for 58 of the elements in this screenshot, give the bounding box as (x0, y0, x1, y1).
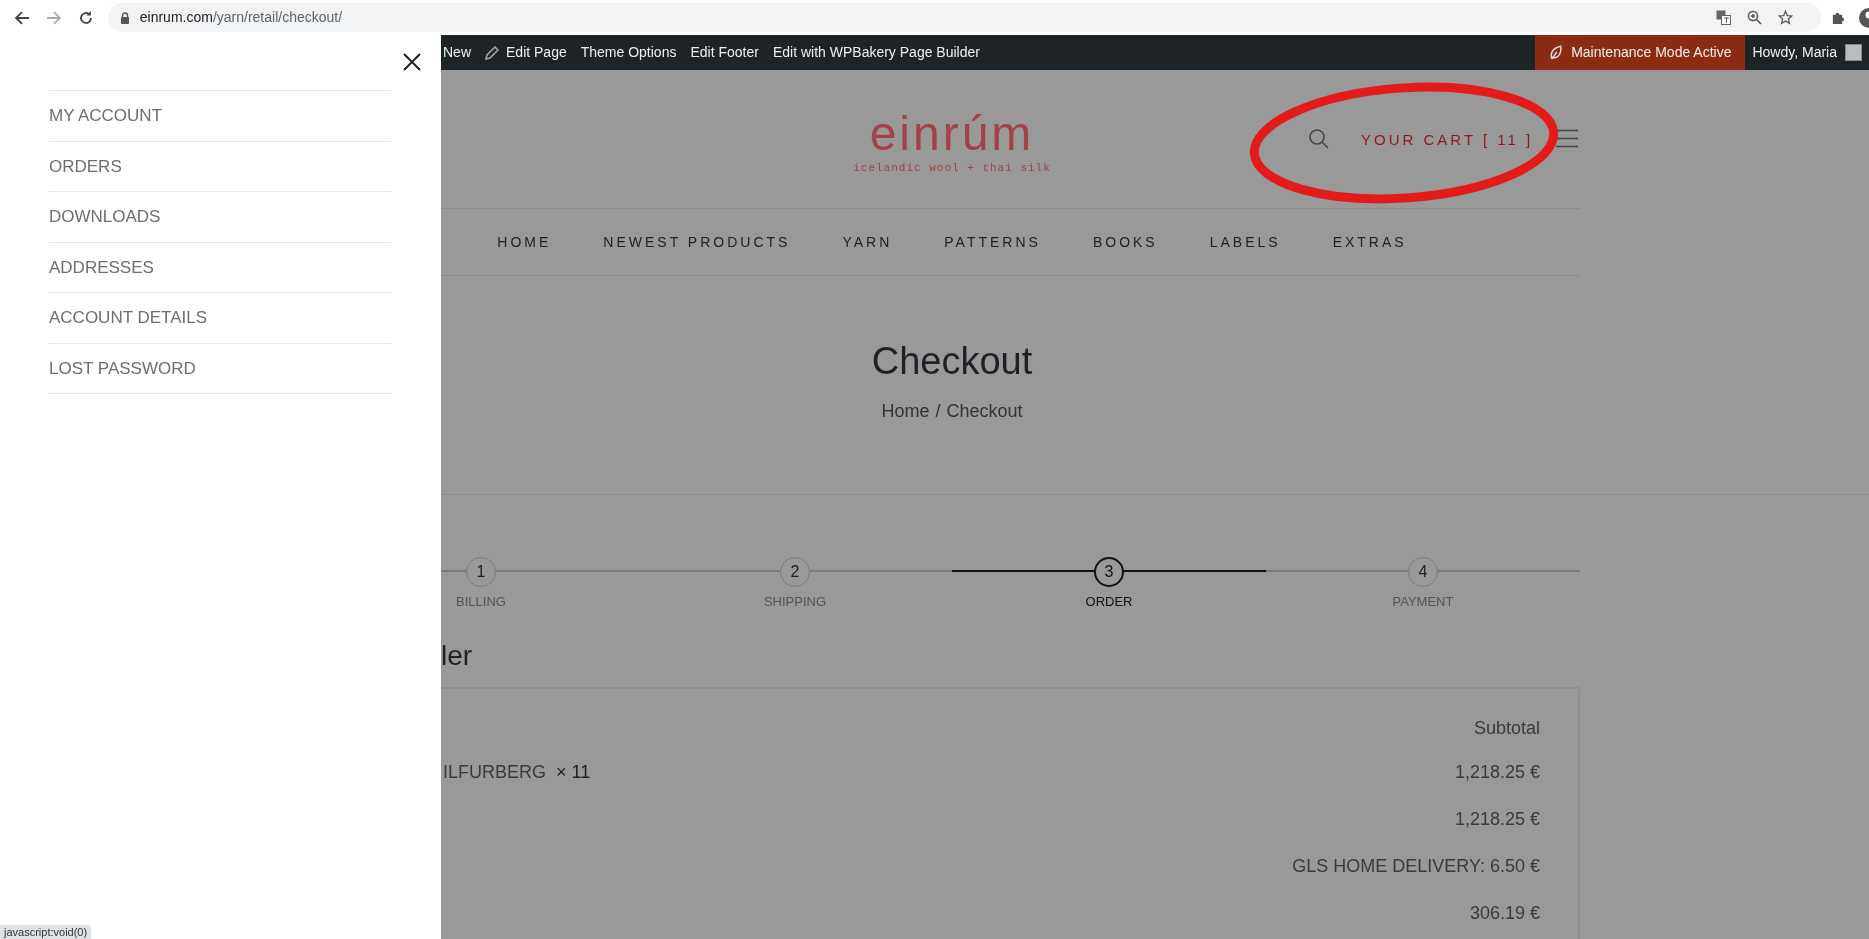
product-name: ILFURBERG (443, 760, 547, 784)
account-menu-item[interactable]: ADDRESSES (49, 242, 391, 293)
section-heading: ler (441, 638, 473, 673)
nav-link[interactable]: PATTERNS (944, 231, 1041, 253)
product-quantity: × 11 (556, 760, 591, 784)
account-menu-item[interactable]: LOST PASSWORD (49, 343, 391, 394)
nav-link[interactable]: NEWEST PRODUCTS (603, 231, 791, 253)
logo-tagline: icelandic wool + thai silk (853, 161, 1051, 176)
breadcrumb-separator: / (935, 400, 941, 423)
search-icon[interactable] (1308, 128, 1330, 150)
step-label: ORDER (1085, 593, 1133, 611)
step-label: PAYMENT (1392, 593, 1454, 611)
maintenance-status[interactable]: Maintenance Mode Active (1535, 35, 1746, 70)
nav-link[interactable]: BOOKS (1092, 231, 1158, 253)
address-bar[interactable]: einrum.com/yarn/retail/checkout/ (107, 3, 1822, 32)
nav-link[interactable]: HOME (497, 231, 552, 253)
admin-bar-link[interactable]: New (443, 42, 471, 63)
amount-text: GLS HOME DELIVERY: 6.50 € (1292, 854, 1540, 878)
admin-bar-link[interactable]: Edit with WPBakery Page Builder (772, 42, 980, 63)
step-number[interactable]: 3 (1094, 557, 1124, 587)
nav-link[interactable]: EXTRAS (1332, 231, 1407, 253)
back-icon[interactable] (14, 9, 30, 26)
breadcrumb-current: Checkout (946, 400, 1023, 423)
greeting-text[interactable]: Howdy, Maria (1752, 42, 1837, 63)
reload-icon[interactable] (77, 9, 94, 26)
status-tooltip: javascript:void(0) (0, 925, 92, 939)
breadcrumb-link[interactable]: Home (881, 398, 930, 425)
step-label: BILLING (456, 593, 506, 611)
zoom-icon[interactable] (1747, 10, 1763, 25)
cart-link[interactable]: YOUR CART [ 11 ] (1361, 129, 1534, 152)
nav-link[interactable]: YARN (842, 231, 893, 253)
close-icon[interactable] (403, 53, 421, 71)
puzzle-icon[interactable] (1831, 10, 1847, 25)
lock-icon[interactable] (119, 11, 130, 24)
step-number[interactable]: 1 (466, 557, 496, 587)
url-text: einrum.com/yarn/retail/checkout/ (139, 8, 343, 27)
step-number[interactable]: 2 (780, 557, 810, 587)
amount-text: 306.19 € (1469, 901, 1540, 925)
menu-icon[interactable] (1556, 129, 1578, 148)
step-label: SHIPPING (763, 593, 827, 611)
amount-text: 1,218.25 € (1454, 760, 1540, 784)
column-header: Subtotal (1473, 717, 1540, 740)
edit-page-link[interactable]: Edit Page (485, 42, 567, 63)
pencil-icon (485, 45, 499, 60)
account-menu-item[interactable]: MY ACCOUNT (49, 91, 391, 142)
translate-icon[interactable] (1716, 10, 1732, 25)
page-title: Checkout (871, 339, 1033, 384)
profile-icon[interactable] (1858, 6, 1869, 29)
star-icon[interactable] (1778, 10, 1794, 25)
amount-text: 1,218.25 € (1454, 807, 1540, 831)
account-menu-item[interactable]: DOWNLOADS (49, 192, 391, 243)
account-menu-item[interactable]: ACCOUNT DETAILS (49, 293, 391, 344)
admin-bar-link[interactable]: Edit Footer (690, 42, 759, 63)
step-number[interactable]: 4 (1408, 557, 1438, 587)
admin-bar-link[interactable]: Theme Options (580, 42, 677, 63)
account-menu-item[interactable]: ORDERS (49, 141, 391, 192)
nav-link[interactable]: LABELS (1209, 231, 1281, 253)
leaf-icon (1549, 44, 1564, 61)
